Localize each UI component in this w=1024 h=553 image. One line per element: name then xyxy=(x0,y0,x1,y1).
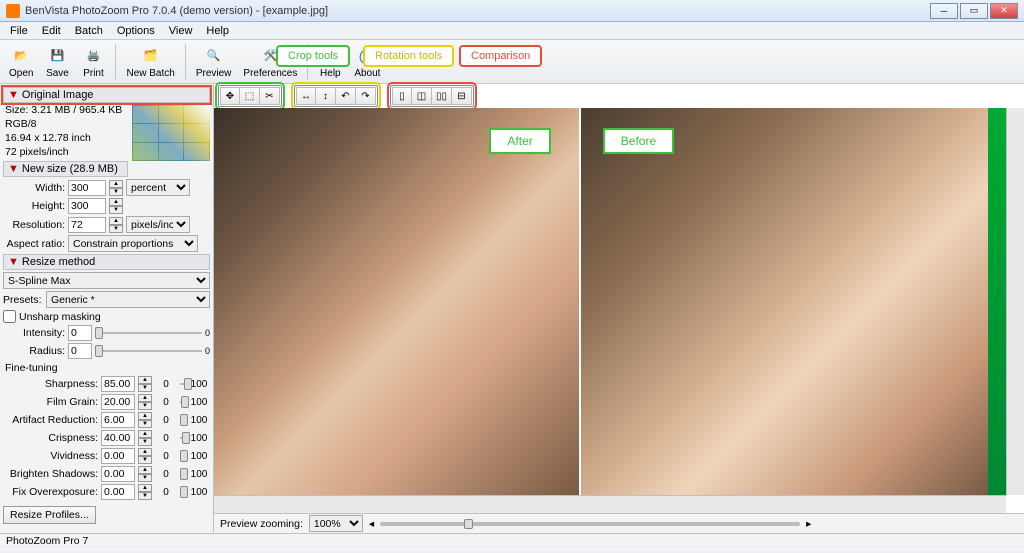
sharpness-input[interactable] xyxy=(101,376,135,392)
print-button[interactable]: 🖨️Print xyxy=(76,42,110,82)
title-bar: BenVista PhotoZoom Pro 7.0.4 (demo versi… xyxy=(0,0,1024,22)
compare-single-icon[interactable]: ▯ xyxy=(392,87,412,105)
resize-method-select[interactable]: S-Spline Max xyxy=(3,272,210,289)
original-image-header[interactable]: ▼Original Image xyxy=(3,87,210,103)
zoom-in-icon[interactable]: ▸ xyxy=(806,518,811,530)
flip-horizontal-icon[interactable]: ↔ xyxy=(296,87,316,105)
flip-vertical-icon[interactable]: ↕ xyxy=(316,87,336,105)
annotation-rotation: Rotation tools xyxy=(363,45,454,67)
compare-stack-icon[interactable]: ⊟ xyxy=(452,87,472,105)
unsharp-checkbox[interactable]: Unsharp masking xyxy=(3,310,210,323)
rotate-left-icon[interactable]: ↶ xyxy=(336,87,356,105)
overexposure-input[interactable] xyxy=(101,484,135,500)
annotation-comparison: Comparison xyxy=(459,45,542,67)
menu-batch[interactable]: Batch xyxy=(69,24,109,38)
width-input[interactable] xyxy=(68,180,106,196)
vertical-scrollbar[interactable] xyxy=(1006,108,1024,495)
rotate-right-icon[interactable]: ↷ xyxy=(356,87,376,105)
close-button[interactable]: ✕ xyxy=(990,3,1018,19)
vividness-input[interactable] xyxy=(101,448,135,464)
width-spinner[interactable]: ▲▼ xyxy=(109,180,123,196)
film-strip-right xyxy=(988,108,1006,495)
resize-profiles-button[interactable]: Resize Profiles... xyxy=(3,506,96,524)
menu-options[interactable]: Options xyxy=(111,24,161,38)
height-input[interactable] xyxy=(68,198,106,214)
zoom-select[interactable]: 100% xyxy=(309,515,363,532)
radius-label: Radius: xyxy=(3,345,65,357)
radius-input[interactable] xyxy=(68,343,92,359)
compare-split-icon[interactable]: ◫ xyxy=(412,87,432,105)
app-icon xyxy=(6,4,20,18)
before-image xyxy=(579,108,1007,495)
presets-label: Presets: xyxy=(3,294,43,306)
size-unit-select[interactable]: percent xyxy=(126,179,190,196)
resolution-spinner[interactable]: ▲▼ xyxy=(109,217,123,233)
menu-view[interactable]: View xyxy=(163,24,199,38)
resolution-label: Resolution: xyxy=(3,219,65,231)
radius-slider[interactable] xyxy=(95,344,202,358)
after-badge: After xyxy=(489,128,550,154)
after-image xyxy=(214,108,579,495)
zoom-label: Preview zooming: xyxy=(220,518,303,530)
window-title: BenVista PhotoZoom Pro 7.0.4 (demo versi… xyxy=(25,5,328,17)
sidebar: ▼Original Image Size: 3.21 MB / 965.4 KB… xyxy=(0,84,214,533)
thumbnail-preview[interactable] xyxy=(132,105,210,161)
preview-pane: ✥ ⬚ ✂ ↔ ↕ ↶ ↷ ▯ ◫ ▯▯ ⊟ xyxy=(214,84,1024,533)
filmgrain-input[interactable] xyxy=(101,394,135,410)
minimize-button[interactable]: ─ xyxy=(930,3,958,19)
height-label: Height: xyxy=(3,200,65,212)
nav-tool-icon[interactable]: ✥ xyxy=(220,87,240,105)
new-size-header[interactable]: ▼New size (28.9 MB) xyxy=(3,161,128,177)
select-tool-icon[interactable]: ⬚ xyxy=(240,87,260,105)
new-batch-button[interactable]: 🗂️New Batch xyxy=(121,42,179,82)
zoom-out-icon[interactable]: ◂ xyxy=(369,518,374,530)
intensity-slider[interactable] xyxy=(95,326,202,340)
shadows-input[interactable] xyxy=(101,466,135,482)
height-spinner[interactable]: ▲▼ xyxy=(109,198,123,214)
zoom-slider[interactable] xyxy=(380,522,800,526)
menu-help[interactable]: Help xyxy=(200,24,235,38)
image-canvas[interactable]: After Before xyxy=(214,108,1024,513)
filmgrain-slider[interactable] xyxy=(180,395,185,409)
resolution-input[interactable] xyxy=(68,217,106,233)
preview-button[interactable]: 🔍Preview xyxy=(191,42,237,82)
intensity-input[interactable] xyxy=(68,325,92,341)
shadows-slider[interactable] xyxy=(180,467,185,481)
maximize-button[interactable]: ▭ xyxy=(960,3,988,19)
crispness-slider[interactable] xyxy=(180,431,185,445)
aspect-ratio-select[interactable]: Constrain proportions xyxy=(68,235,198,252)
resolution-unit-select[interactable]: pixels/inch xyxy=(126,216,190,233)
presets-select[interactable]: Generic * xyxy=(46,291,210,308)
fine-tuning-label: Fine-tuning xyxy=(3,362,210,374)
main-toolbar: 📂Open 💾Save 🖨️Print 🗂️New Batch 🔍Preview… xyxy=(0,40,1024,84)
save-button[interactable]: 💾Save xyxy=(40,42,74,82)
sharpness-slider[interactable] xyxy=(180,377,185,391)
artifact-slider[interactable] xyxy=(180,413,185,427)
compare-divider[interactable] xyxy=(579,108,581,495)
menu-bar: File Edit Batch Options View Help xyxy=(0,22,1024,40)
crop-tool-icon[interactable]: ✂ xyxy=(260,87,280,105)
open-button[interactable]: 📂Open xyxy=(4,42,38,82)
status-bar: PhotoZoom Pro 7 xyxy=(0,533,1024,551)
menu-file[interactable]: File xyxy=(4,24,34,38)
aspect-label: Aspect ratio: xyxy=(3,238,65,250)
crop-tool-group: ✥ ⬚ ✂ xyxy=(218,85,282,107)
resize-method-header[interactable]: ▼Resize method xyxy=(3,254,210,270)
overexposure-slider[interactable] xyxy=(180,485,185,499)
menu-edit[interactable]: Edit xyxy=(36,24,67,38)
comparison-tool-group: ▯ ◫ ▯▯ ⊟ xyxy=(390,85,474,107)
vividness-slider[interactable] xyxy=(180,449,185,463)
before-badge: Before xyxy=(603,128,674,154)
intensity-label: Intensity: xyxy=(3,327,65,339)
artifact-input[interactable] xyxy=(101,412,135,428)
rotation-tool-group: ↔ ↕ ↶ ↷ xyxy=(294,85,378,107)
horizontal-scrollbar[interactable] xyxy=(214,495,1006,513)
crispness-input[interactable] xyxy=(101,430,135,446)
compare-side-icon[interactable]: ▯▯ xyxy=(432,87,452,105)
annotation-crop: Crop tools xyxy=(276,45,350,67)
width-label: Width: xyxy=(3,182,65,194)
